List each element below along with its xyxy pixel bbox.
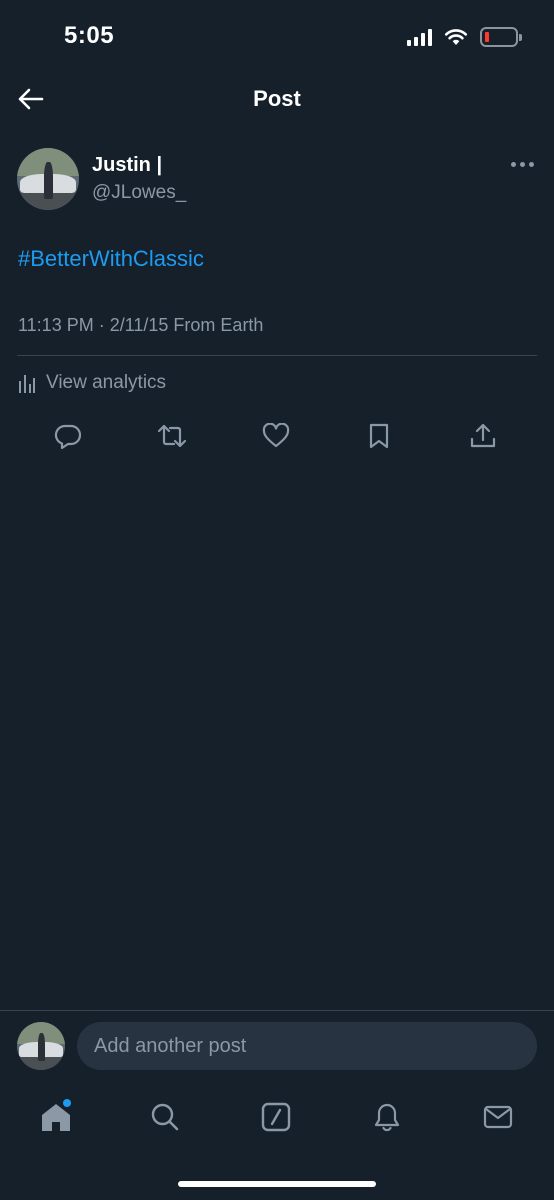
post-actions	[0, 420, 554, 452]
repost-icon	[157, 424, 187, 448]
notification-dot	[63, 1099, 71, 1107]
bookmark-button[interactable]	[363, 420, 395, 452]
user-avatar[interactable]	[17, 1022, 65, 1070]
post-hashtag[interactable]: #BetterWithClassic	[18, 246, 204, 272]
tab-home[interactable]	[39, 1099, 73, 1134]
signal-icon	[407, 28, 432, 46]
status-icons	[407, 26, 522, 48]
status-time: 5:05	[64, 22, 115, 49]
reply-icon	[54, 424, 82, 450]
author-info[interactable]: Justin | @JLowes_	[92, 152, 186, 206]
status-bar: 5:05	[0, 0, 554, 76]
reply-button[interactable]	[52, 420, 84, 452]
home-indicator[interactable]	[178, 1181, 376, 1187]
battery-icon	[480, 27, 522, 47]
analytics-label: View analytics	[46, 372, 167, 393]
bookmark-icon	[369, 423, 389, 449]
page-title: Post	[253, 86, 301, 111]
post-timestamp: 11:13 PM · 2/11/15 From Earth	[18, 315, 264, 335]
view-analytics-link[interactable]: View analytics	[18, 372, 166, 394]
analytics-icon	[19, 375, 35, 393]
author-avatar[interactable]	[17, 148, 79, 210]
divider	[17, 355, 537, 356]
battery-level	[485, 32, 489, 42]
tab-grok[interactable]	[259, 1100, 293, 1134]
tab-notifications[interactable]	[370, 1100, 404, 1134]
messages-icon	[483, 1105, 513, 1129]
share-button[interactable]	[467, 420, 499, 452]
like-button[interactable]	[260, 420, 292, 452]
repost-button[interactable]	[156, 420, 188, 452]
grok-icon	[261, 1102, 291, 1132]
notifications-icon	[374, 1103, 400, 1132]
author-name[interactable]: Justin |	[92, 152, 186, 178]
author-handle[interactable]: @JLowes_	[92, 180, 186, 206]
like-icon	[262, 423, 290, 448]
tab-search[interactable]	[148, 1100, 182, 1134]
top-nav-bar: Post	[0, 76, 554, 122]
share-icon	[470, 423, 496, 448]
bottom-tab-bar	[0, 1094, 554, 1140]
more-options-icon[interactable]	[511, 162, 534, 167]
search-icon	[151, 1103, 179, 1131]
wifi-icon	[444, 29, 468, 45]
reply-input[interactable]	[77, 1022, 537, 1070]
tab-messages[interactable]	[481, 1100, 515, 1134]
divider	[0, 1010, 554, 1011]
